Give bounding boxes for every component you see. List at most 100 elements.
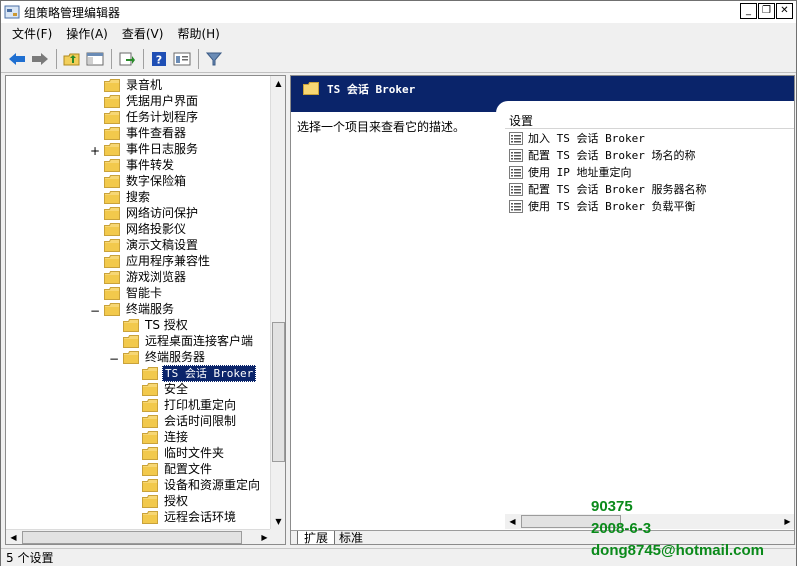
- tree-item[interactable]: 远程会话环境: [142, 509, 238, 525]
- tree-item[interactable]: TS 授权: [123, 317, 190, 333]
- setting-label: 配置 TS 会话 Broker 场名的称: [528, 149, 696, 162]
- restore-button[interactable]: ❐: [758, 3, 775, 19]
- folder-icon: [104, 126, 120, 140]
- tree-item[interactable]: 远程桌面连接客户端: [123, 333, 255, 349]
- setting-row[interactable]: 配置 TS 会话 Broker 服务器名称: [505, 181, 706, 197]
- folder-icon: [104, 286, 120, 300]
- tree-item[interactable]: 智能卡: [104, 285, 164, 301]
- tree-vertical-scroll-thumb[interactable]: [272, 322, 285, 462]
- folder-icon: [142, 462, 158, 476]
- tree-item-label: 网络访问保护: [126, 205, 199, 220]
- up-level-button[interactable]: [61, 48, 83, 70]
- watermark-line: 90375: [591, 498, 633, 515]
- menu-help[interactable]: 帮助(H): [170, 24, 226, 44]
- setting-label: 使用 TS 会话 Broker 负载平衡: [528, 200, 696, 213]
- menu-bar: 文件(F) 操作(A) 查看(V) 帮助(H): [1, 23, 796, 45]
- scroll-left-icon[interactable]: ◀: [505, 514, 520, 529]
- folder-icon: [104, 222, 120, 236]
- setting-row[interactable]: 使用 TS 会话 Broker 负载平衡: [505, 198, 695, 214]
- tree-item-label: 搜索: [126, 189, 151, 204]
- settings-column-header[interactable]: 设置: [505, 114, 794, 129]
- tree-item[interactable]: 任务计划程序: [104, 109, 200, 125]
- tree-item[interactable]: 应用程序兼容性: [104, 253, 212, 269]
- minimize-button[interactable]: _: [740, 3, 757, 19]
- export-list-button[interactable]: [116, 48, 138, 70]
- title-bar[interactable]: 组策略管理编辑器 _ ❐ ✕: [1, 1, 796, 23]
- tree-item[interactable]: 演示文稿设置: [104, 237, 200, 253]
- navigation-tree-panel: 录音机 凭据用户界面 任务计划程序 事件查看器 事件日志服务 + 事件转发 数字保险箱 搜索 网络…: [5, 75, 286, 545]
- menu-action[interactable]: 操作(A): [59, 24, 115, 44]
- watermark-line: 2008-6-3: [591, 520, 652, 537]
- folder-icon: [104, 78, 120, 92]
- folder-icon: [142, 366, 158, 380]
- tree-expander-icon[interactable]: −: [109, 352, 119, 366]
- tree-item-label: 事件查看器: [126, 125, 187, 140]
- scroll-up-icon[interactable]: ▲: [271, 76, 285, 91]
- tree-item-label: 远程桌面连接客户端: [145, 333, 254, 348]
- forward-button[interactable]: [29, 48, 51, 70]
- tree-item[interactable]: 安全: [142, 381, 190, 397]
- tree-item-label: 会话时间限制: [164, 413, 237, 428]
- setting-row[interactable]: 使用 IP 地址重定向: [505, 164, 632, 180]
- folder-icon: [142, 382, 158, 396]
- tree-item[interactable]: 终端服务: [104, 301, 176, 317]
- tree-item[interactable]: 授权: [142, 493, 190, 509]
- folder-icon: [142, 478, 158, 492]
- tree-item[interactable]: 游戏浏览器: [104, 269, 188, 285]
- policy-setting-icon: [509, 182, 523, 196]
- tree-item-label: 智能卡: [126, 285, 163, 300]
- tree-item[interactable]: 数字保险箱: [104, 173, 188, 189]
- toolbar-separator: [143, 48, 144, 69]
- tree-item[interactable]: TS 会话 Broker: [142, 364, 257, 382]
- toolbar-separator: [198, 48, 199, 69]
- back-button[interactable]: [6, 48, 28, 70]
- folder-icon: [104, 158, 120, 172]
- tree-item[interactable]: 网络投影仪: [104, 221, 188, 237]
- tree-item[interactable]: 录音机: [104, 77, 164, 93]
- tree-item[interactable]: 终端服务器: [123, 349, 207, 365]
- tree-item-label: 任务计划程序: [126, 109, 199, 124]
- menu-view[interactable]: 查看(V): [115, 24, 171, 44]
- show-hide-tree-button[interactable]: [84, 48, 106, 70]
- tree-item[interactable]: 设备和资源重定向: [142, 477, 262, 493]
- app-window: 组策略管理编辑器 _ ❐ ✕ 文件(F) 操作(A) 查看(V) 帮助(H) ?…: [0, 0, 797, 566]
- tree-item[interactable]: 配置文件: [142, 461, 214, 477]
- tree-item[interactable]: 事件日志服务: [104, 141, 200, 157]
- navigation-tree[interactable]: 录音机 凭据用户界面 任务计划程序 事件查看器 事件日志服务 + 事件转发 数字保险箱 搜索 网络…: [6, 76, 272, 529]
- tree-horizontal-scrollbar[interactable]: ◀ ▶: [6, 529, 272, 544]
- scroll-left-icon[interactable]: ◀: [6, 530, 21, 544]
- folder-icon: [142, 446, 158, 460]
- settings-list: 设置 加入 TS 会话 Broker 配置 TS 会话 Broker 场名的称 使用…: [505, 112, 794, 532]
- tree-vertical-scrollbar[interactable]: ▲ ▼: [270, 76, 285, 529]
- tree-item[interactable]: 事件转发: [104, 157, 176, 173]
- close-button[interactable]: ✕: [776, 3, 793, 19]
- tree-item[interactable]: 凭据用户界面: [104, 93, 200, 109]
- tree-item[interactable]: 连接: [142, 429, 190, 445]
- setting-row[interactable]: 加入 TS 会话 Broker: [505, 130, 645, 146]
- menu-file[interactable]: 文件(F): [5, 24, 59, 44]
- tab-extended[interactable]: 扩展: [297, 531, 336, 544]
- scroll-down-icon[interactable]: ▼: [271, 514, 285, 529]
- svg-text:?: ?: [156, 53, 162, 66]
- tree-item[interactable]: 事件查看器: [104, 125, 188, 141]
- folder-icon: [104, 206, 120, 220]
- tree-item[interactable]: 临时文件夹: [142, 445, 226, 461]
- setting-row[interactable]: 配置 TS 会话 Broker 场名的称: [505, 147, 695, 163]
- tree-item-label: 演示文稿设置: [126, 237, 199, 252]
- tree-item-label: 应用程序兼容性: [126, 253, 211, 268]
- properties-button[interactable]: [171, 48, 193, 70]
- tree-horizontal-scroll-thumb[interactable]: [22, 531, 242, 544]
- tab-standard[interactable]: 标准: [333, 531, 369, 544]
- tree-item-label: 连接: [164, 429, 189, 444]
- tree-item[interactable]: 网络访问保护: [104, 205, 200, 221]
- scroll-right-icon[interactable]: ▶: [780, 514, 794, 529]
- folder-icon: [104, 270, 120, 284]
- watermark-line: dong8745@hotmail.com: [591, 542, 764, 559]
- help-button[interactable]: ?: [148, 48, 170, 70]
- tree-expander-icon[interactable]: +: [90, 144, 100, 158]
- filter-button[interactable]: [203, 48, 225, 70]
- tree-item[interactable]: 打印机重定向: [142, 397, 238, 413]
- tree-item[interactable]: 会话时间限制: [142, 413, 238, 429]
- tree-item[interactable]: 搜索: [104, 189, 152, 205]
- tree-expander-icon[interactable]: −: [90, 304, 100, 318]
